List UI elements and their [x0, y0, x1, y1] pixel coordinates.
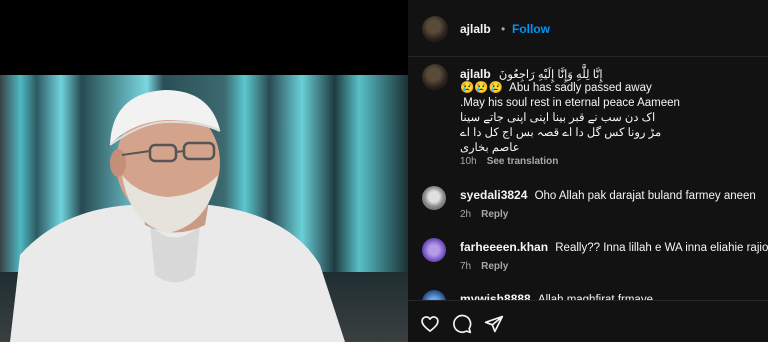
comment-text: Oho Allah pak darajat buland farmey anee…: [534, 190, 756, 202]
comment-avatar[interactable]: [422, 186, 446, 210]
caption-urdu-line3: عاصم بخاری: [460, 142, 520, 154]
post-photo: [0, 75, 408, 342]
comment-item: syedali3824 Oho Allah pak darajat buland…: [460, 188, 756, 202]
reply-button[interactable]: Reply: [481, 261, 508, 272]
post-media[interactable]: [0, 0, 408, 342]
caption-time: 10h: [460, 156, 477, 167]
post-header: ajlalb • Follow: [408, 0, 768, 57]
comment-avatar[interactable]: [422, 238, 446, 262]
man-portrait-image: [10, 90, 345, 342]
comment-time: 7h: [460, 261, 472, 272]
comment-username[interactable]: syedali3824: [460, 188, 527, 202]
caption-line1: Abu has sadly passed away: [509, 82, 652, 94]
author-avatar[interactable]: [422, 16, 448, 42]
share-icon[interactable]: [484, 314, 504, 334]
crying-emoji-icon: 😢😢😢: [460, 82, 503, 94]
comment-time: 2h: [460, 209, 472, 220]
caption-second-line: 😢😢😢 Abu has sadly passed away: [460, 80, 652, 96]
caption-username[interactable]: ajlalb: [460, 67, 491, 81]
see-translation-link[interactable]: See translation: [487, 156, 559, 167]
caption-urdu-line1: اک دن سب نے قبر بینا اپنی اپنی جاتے سینا: [460, 112, 656, 124]
author-username[interactable]: ajlalb: [460, 22, 491, 36]
comment-item: farheeeen.khan Really?? Inna lillah e WA…: [460, 240, 768, 254]
reply-button[interactable]: Reply: [481, 209, 508, 220]
post-side-panel: ajlalb • Follow ajlalb إِنَّا لِلَّٰهِ و…: [408, 0, 768, 342]
comment-text: Really?? Inna lillah e WA inna eliahie r…: [555, 242, 768, 254]
comment-meta: 2h Reply: [460, 209, 508, 220]
caption-meta: 10h See translation: [460, 156, 558, 167]
comment-meta: 7h Reply: [460, 261, 508, 272]
action-bar: [408, 300, 768, 342]
caption-urdu-line2: مڑ رونا کس گل دا اے قصہ بس اج کل دا اے: [460, 127, 662, 139]
comment-username[interactable]: farheeeen.khan: [460, 240, 548, 254]
caption-author-avatar[interactable]: [422, 64, 448, 90]
comment-icon[interactable]: [452, 314, 472, 334]
header-separator: •: [501, 22, 506, 36]
caption-line2: .May his soul rest in eternal peace Aame…: [460, 97, 680, 109]
heart-icon[interactable]: [420, 314, 440, 334]
follow-button[interactable]: Follow: [512, 22, 550, 36]
